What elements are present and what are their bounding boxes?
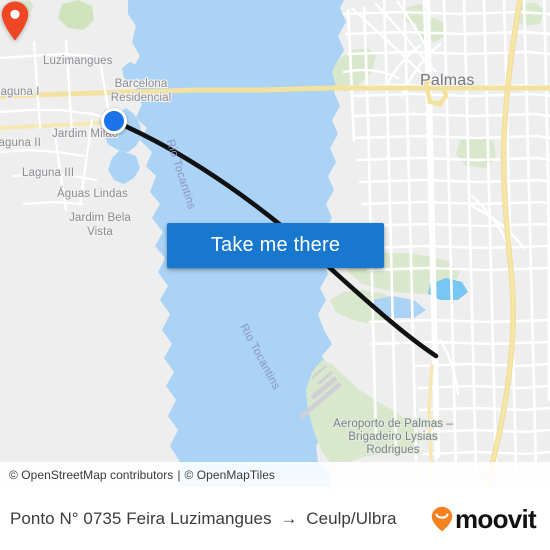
moovit-pin-smile-icon [431, 506, 453, 531]
map-attribution-bar: © OpenStreetMap contributors | © OpenMap… [0, 462, 550, 487]
route-destination-label: Ceulp/Ulbra [306, 508, 397, 528]
arrow-right-icon: → [280, 508, 298, 528]
moovit-trip-preview-screen: Luzimangues Laguna I Barcelona Residenci… [0, 0, 550, 550]
attribution-separator: | [177, 467, 181, 482]
route-origin-label: Ponto N° 0735 Feira Luzimangues [10, 508, 272, 528]
map-canvas[interactable]: Luzimangues Laguna I Barcelona Residenci… [0, 0, 550, 487]
take-me-there-button[interactable]: Take me there [167, 223, 384, 268]
origin-marker[interactable] [101, 108, 127, 134]
route-summary: Ponto N° 0735 Feira Luzimangues → Ceulp/… [10, 509, 431, 529]
destination-marker[interactable] [0, 0, 30, 42]
trip-footer: Ponto N° 0735 Feira Luzimangues → Ceulp/… [0, 487, 550, 550]
attribution-openmaptiles-link[interactable]: © OpenMapTiles [185, 468, 275, 482]
moovit-logo[interactable]: moovit [431, 503, 537, 534]
moovit-wordmark: moovit [454, 503, 537, 534]
attribution-osm-link[interactable]: © OpenStreetMap contributors [9, 468, 173, 482]
